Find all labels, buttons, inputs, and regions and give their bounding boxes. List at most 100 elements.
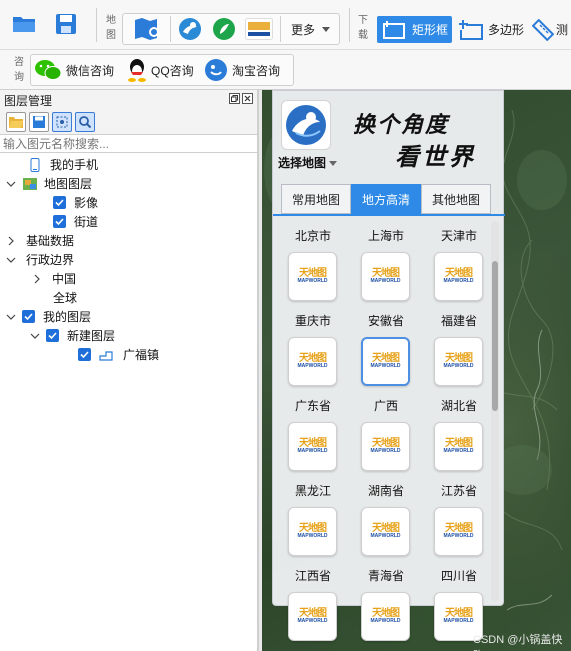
tree-item-new-layer[interactable]: 新建图层 — [30, 326, 115, 345]
map-source-2-button[interactable] — [210, 16, 238, 42]
tianditu-thumbnail[interactable]: 天地图 MAPWORLD — [361, 507, 410, 556]
scrollbar-thumb[interactable] — [492, 261, 498, 411]
tree-item-base-data[interactable]: 基础数据 — [6, 231, 74, 250]
basemap-cell[interactable]: 湖南省天地图 MAPWORLD — [354, 476, 418, 561]
tianditu-logo-icon: 天地图 MAPWORLD — [298, 269, 328, 284]
checkbox-checked[interactable] — [78, 348, 91, 361]
tianditu-thumbnail[interactable]: 天地图 MAPWORLD — [434, 422, 483, 471]
basemap-cell-label: 安徽省 — [367, 314, 404, 328]
dotted-select-icon — [56, 116, 68, 128]
panel-toolbar — [0, 110, 257, 134]
rect-select-button[interactable]: 矩形框 — [377, 16, 452, 43]
restore-button[interactable] — [229, 93, 240, 104]
tab-local-hd[interactable]: 地方高清 — [351, 184, 421, 214]
more-dropdown[interactable]: 更多 — [286, 16, 336, 42]
basemap-cell[interactable]: 江西省 天地图 MAPWORLD — [281, 561, 345, 646]
tab-common-maps[interactable]: 常用地图 — [281, 184, 351, 214]
check-icon — [55, 199, 64, 207]
thumb-logo-subtext: MAPWORLD — [443, 363, 474, 369]
save-layer-button[interactable] — [29, 112, 49, 132]
tianditu-logo-icon: 天地图 MAPWORLD — [371, 269, 401, 284]
map-source-1-button[interactable] — [176, 16, 204, 42]
tree-item-my-phone[interactable]: 我的手机 — [30, 155, 98, 174]
wechat-consult-button[interactable]: 微信咨询 — [34, 57, 120, 83]
tianditu-thumbnail[interactable]: 天地图 MAPWORLD — [288, 592, 337, 641]
tianditu-logo-icon: 天地图 MAPWORLD — [444, 524, 474, 539]
basemap-cell[interactable]: 江苏省天地图 MAPWORLD — [427, 476, 491, 561]
qq-consult-button[interactable]: QQ咨询 — [126, 57, 198, 83]
tree-item-label: 街道 — [74, 215, 99, 229]
tianditu-thumbnail[interactable]: 天地图 MAPWORLD — [434, 252, 483, 301]
slogan-line-2: 看世界 — [395, 142, 476, 171]
taobao-icon — [205, 59, 227, 81]
tree-item-china[interactable]: 中国 — [32, 269, 76, 288]
tree-item-imagery[interactable]: 影像 — [53, 193, 98, 212]
basemap-logo-button[interactable] — [281, 100, 331, 150]
tianditu-logo-icon: 天地图 MAPWORLD — [371, 524, 401, 539]
measure-button[interactable]: 测 — [532, 16, 571, 43]
tianditu-thumbnail[interactable]: 天地图 MAPWORLD — [288, 337, 337, 386]
ruler-icon — [532, 18, 554, 41]
tree-item-my-layers[interactable]: 我的图层 — [6, 307, 91, 326]
checkbox-checked[interactable] — [53, 196, 66, 209]
basemap-cell[interactable]: 广西 天地图 MAPWORLD — [354, 391, 418, 476]
tianditu-thumbnail[interactable]: 天地图 MAPWORLD — [361, 252, 410, 301]
layer-select-button[interactable] — [52, 112, 72, 132]
basemap-cell[interactable]: 黑龙江 天地图 MAPWORLD — [281, 476, 345, 561]
tianditu-thumbnail[interactable]: 天地图 MAPWORLD — [361, 592, 410, 641]
separator — [96, 8, 97, 42]
tree-item-streets[interactable]: 街道 — [53, 212, 98, 231]
chevron-right-icon — [34, 274, 40, 283]
slogan-banner: 换个角度 看世界 — [343, 93, 483, 171]
polygon-select-button[interactable]: 多边形 — [456, 16, 526, 43]
open-folder-button[interactable] — [10, 12, 38, 36]
taobao-consult-button[interactable]: 淘宝咨询 — [204, 57, 292, 83]
tree-item-label: 广福镇 — [123, 348, 160, 362]
check-icon — [24, 313, 33, 321]
map-layers-button[interactable] — [130, 16, 166, 42]
layer-search-button[interactable] — [75, 112, 95, 132]
thumb-logo-subtext: MAPWORLD — [443, 533, 474, 539]
checkbox-checked[interactable] — [22, 310, 35, 323]
basemap-cell-label: 江苏省 — [440, 484, 477, 498]
tree-item-admin-boundary[interactable]: 行政边界 — [6, 250, 74, 269]
basemap-cell[interactable]: 安徽省天地图 MAPWORLD — [354, 306, 418, 391]
tree-item-map-layers[interactable]: 地图图层 — [6, 174, 92, 193]
basemap-cell[interactable]: 上海市 天地图 MAPWORLD — [354, 221, 418, 306]
checkbox-checked[interactable] — [53, 215, 66, 228]
separator — [170, 16, 171, 42]
select-map-dropdown[interactable]: 选择地图 — [278, 154, 338, 171]
tianditu-thumbnail[interactable]: 天地图 MAPWORLD — [434, 507, 483, 556]
close-button[interactable] — [242, 93, 253, 104]
tianditu-button[interactable] — [244, 16, 274, 42]
tianditu-logo-icon: 天地图 MAPWORLD — [298, 439, 328, 454]
tianditu-thumbnail[interactable]: 天地图 MAPWORLD — [361, 422, 410, 471]
tree-item-global[interactable]: 全球 — [53, 288, 77, 307]
save-icon — [56, 14, 76, 34]
basemap-cell[interactable]: 湖北省 天地图 MAPWORLD — [427, 391, 491, 476]
tianditu-thumbnail[interactable]: 天地图 MAPWORLD — [288, 252, 337, 301]
polygon-select-icon — [459, 19, 483, 40]
open-layer-button[interactable] — [6, 112, 26, 132]
layer-search-input[interactable] — [3, 136, 257, 151]
thumb-logo-subtext: MAPWORLD — [297, 363, 328, 369]
tianditu-thumbnail[interactable]: 天地图 MAPWORLD — [288, 507, 337, 556]
basemap-cell[interactable]: 北京市 天地图 MAPWORLD — [281, 221, 345, 306]
basemap-cell-label: 广东省 — [294, 399, 331, 413]
tianditu-thumbnail[interactable]: 天地图 MAPWORLD — [361, 337, 410, 386]
basemap-cell[interactable]: 青海省天地图 MAPWORLD — [354, 561, 418, 646]
basemap-cell[interactable]: 福建省 天地图 MAPWORLD — [427, 306, 491, 391]
basemap-cell-label: 青海省 — [367, 569, 404, 583]
checkbox-checked[interactable] — [46, 329, 59, 342]
tab-other-maps[interactable]: 其他地图 — [421, 184, 491, 214]
basemap-cell[interactable]: 广东省天地图 MAPWORLD — [281, 391, 345, 476]
tianditu-thumbnail[interactable]: 天地图 MAPWORLD — [288, 422, 337, 471]
tianditu-thumbnail[interactable]: 天地图 MAPWORLD — [434, 337, 483, 386]
basemap-cell-label: 四川省 — [440, 569, 477, 583]
tianditu-logo-icon: 天地图 MAPWORLD — [298, 354, 328, 369]
basemap-cell[interactable]: 天津市 天地图 MAPWORLD — [427, 221, 491, 306]
tree-item-guangfu-town[interactable]: 广福镇 — [78, 345, 159, 364]
save-button[interactable] — [52, 12, 80, 36]
basemap-cell-label: 湖南省 — [367, 484, 404, 498]
basemap-cell[interactable]: 重庆市 天地图 MAPWORLD — [281, 306, 345, 391]
